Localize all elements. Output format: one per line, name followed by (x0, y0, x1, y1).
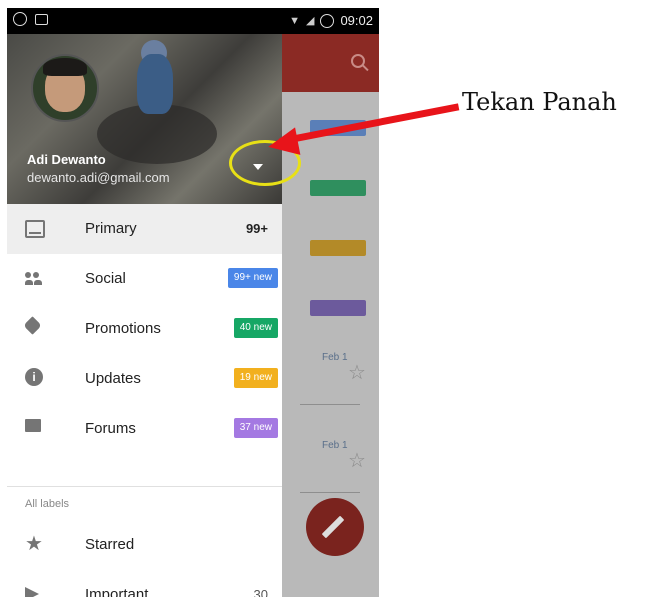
menu-item-primary[interactable]: Primary 99+ (7, 204, 282, 254)
forums-tag (310, 300, 366, 316)
navigation-drawer: Adi Dewanto dewanto.adi@gmail.com Primar… (7, 34, 282, 597)
important-icon (25, 587, 39, 597)
list-date: Feb 1 (322, 352, 348, 363)
menu-item-label: Promotions (85, 320, 161, 337)
inbox-background: Feb 1 ☆ Feb 1 ☆ (282, 34, 379, 597)
star-icon: ★ (25, 533, 43, 555)
annotation-arrowhead (265, 127, 301, 161)
menu-item-starred[interactable]: ★ Starred (7, 520, 282, 570)
menu-item-label: Updates (85, 370, 141, 387)
updates-tag (310, 240, 366, 256)
wifi-icon: ▼ (289, 14, 300, 27)
status-bar: ▼ ◢ 09:02 (7, 8, 379, 34)
menu-item-label: Social (85, 270, 126, 287)
annotation-text: Tekan Panah (462, 88, 617, 116)
section-label-all-labels: All labels (25, 498, 70, 510)
inbox-icon (25, 220, 45, 238)
header-photo-child (137, 54, 173, 114)
promotions-tag (310, 180, 366, 196)
signal-icon: ◢ (305, 15, 315, 27)
list-date: Feb 1 (322, 440, 348, 451)
status-time: 09:02 (340, 13, 373, 28)
new-badge: 37 new (233, 418, 278, 438)
menu-item-label: Starred (85, 536, 135, 553)
star-icon[interactable]: ☆ (348, 448, 366, 473)
new-badge: 19 new (233, 368, 278, 388)
menu-item-promotions[interactable]: Promotions 40 new (7, 304, 282, 354)
star-icon[interactable]: ☆ (348, 360, 366, 385)
avatar-hair (43, 58, 87, 76)
people-icon (25, 272, 45, 286)
account-email: dewanto.adi@gmail.com (27, 170, 170, 185)
forum-icon (25, 419, 41, 432)
info-icon: i (25, 368, 43, 386)
tag-icon (23, 316, 42, 335)
image-icon (35, 14, 48, 25)
menu-item-label: Primary (85, 220, 137, 237)
list-divider (300, 492, 360, 493)
new-badge: 40 new (233, 318, 278, 338)
account-name: Adi Dewanto (27, 152, 106, 167)
menu-item-updates[interactable]: i Updates 19 new (7, 354, 282, 404)
new-badge: 99+ new (227, 268, 278, 288)
label-count: 30 (253, 587, 268, 597)
menu-item-social[interactable]: Social 99+ new (7, 254, 282, 304)
search-icon[interactable] (351, 54, 365, 68)
divider (7, 486, 282, 487)
menu-item-label: Forums (85, 420, 136, 437)
menu-item-forums[interactable]: Forums 37 new (7, 404, 282, 454)
compose-button[interactable] (306, 498, 364, 556)
menu-item-label: Important (85, 586, 149, 597)
whatsapp-icon (13, 12, 27, 26)
unread-count: 99+ (245, 221, 268, 236)
list-divider (300, 404, 360, 405)
battery-icon (320, 13, 335, 28)
menu-item-important[interactable]: Important 30 (7, 570, 282, 597)
phone-screen: ▼ ◢ 09:02 Feb 1 ☆ Feb 1 ☆ Adi Dewanto de… (7, 8, 379, 597)
inbox-toolbar (282, 34, 379, 92)
avatar[interactable] (31, 54, 99, 122)
